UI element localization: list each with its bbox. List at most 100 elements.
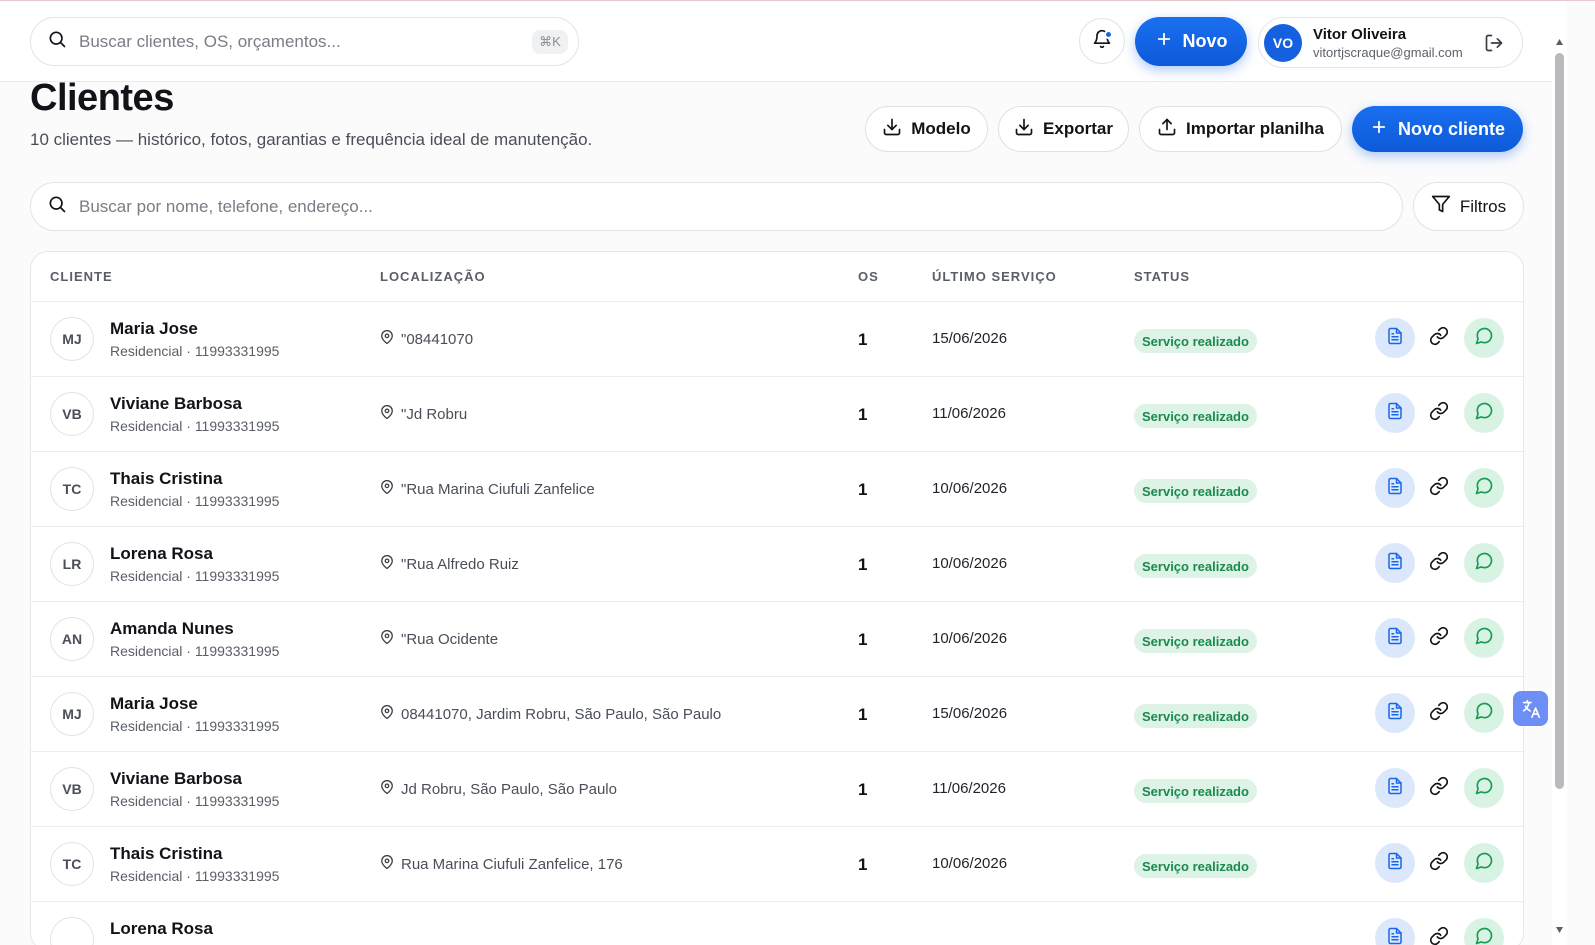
- status-badge: Serviço realizado: [1134, 554, 1257, 578]
- global-search-input[interactable]: Buscar clientes, OS, orçamentos... ⌘K: [30, 17, 579, 66]
- client-os-count: 1: [858, 480, 868, 499]
- copy-link-button[interactable]: [1419, 843, 1459, 883]
- table-row[interactable]: TC Thais Cristina Residencial · 1199333199…: [31, 452, 1523, 527]
- copy-link-button[interactable]: [1419, 768, 1459, 808]
- export-label: Exportar: [1043, 119, 1113, 138]
- client-os-count: 1: [858, 330, 868, 349]
- scrollbar-thumb[interactable]: [1555, 53, 1564, 789]
- whatsapp-button[interactable]: [1464, 618, 1504, 658]
- clients-table: CLIENTE LOCALIZAÇÃO OS ÚLTIMO SERVIÇO ST…: [30, 251, 1524, 945]
- client-name[interactable]: Thais Cristina: [110, 844, 222, 864]
- whatsapp-button[interactable]: [1464, 393, 1504, 433]
- whatsapp-button[interactable]: [1464, 693, 1504, 733]
- copy-link-button[interactable]: [1419, 318, 1459, 358]
- link-icon: [1429, 551, 1449, 576]
- table-body: MJ Maria Jose Residencial · 11993331995 "08…: [31, 302, 1523, 945]
- page-subtitle: 10 clientes — histórico, fotos, garantia…: [30, 130, 593, 149]
- scroll-down-arrow[interactable]: [1555, 921, 1564, 933]
- table-row[interactable]: MJ Maria Jose Residencial · 11993331995 "08…: [31, 302, 1523, 377]
- client-name[interactable]: Viviane Barbosa: [110, 769, 242, 789]
- client-last-service: 10/06/2026: [932, 480, 1008, 497]
- client-last-service: 10/06/2026: [932, 555, 1008, 572]
- whatsapp-button[interactable]: [1464, 918, 1504, 945]
- client-search-input[interactable]: Buscar por nome, telefone, endereço...: [30, 182, 1403, 231]
- user-email: vitortjscraque@gmail.com: [1313, 44, 1463, 60]
- document-button[interactable]: [1375, 393, 1415, 433]
- copy-link-button[interactable]: [1419, 468, 1459, 508]
- whatsapp-icon: [1474, 776, 1494, 801]
- translate-icon[interactable]: [1513, 691, 1548, 726]
- client-type-phone: Residencial · 11993331995: [110, 493, 280, 509]
- copy-link-button[interactable]: [1419, 918, 1459, 945]
- document-button[interactable]: [1375, 618, 1415, 658]
- document-button[interactable]: [1375, 318, 1415, 358]
- client-location-text: "Rua Ocidente: [401, 630, 499, 648]
- map-pin-icon: [380, 780, 394, 798]
- status-badge: Serviço realizado: [1134, 329, 1257, 353]
- new-button[interactable]: Novo: [1135, 17, 1247, 66]
- table-row[interactable]: TC Thais Cristina Residencial · 1199333199…: [31, 827, 1523, 902]
- table-row[interactable]: VB Viviane Barbosa Residencial · 119933319…: [31, 377, 1523, 452]
- user-menu[interactable]: VO Vitor Oliveira vitortjscraque@gmail.c…: [1258, 17, 1523, 68]
- table-row[interactable]: MJ Maria Jose Residencial · 11993331995 084…: [31, 677, 1523, 752]
- client-avatar: VB: [50, 392, 94, 436]
- client-name[interactable]: Maria Jose: [110, 319, 198, 339]
- document-button[interactable]: [1375, 843, 1415, 883]
- client-name[interactable]: Viviane Barbosa: [110, 394, 242, 414]
- whatsapp-icon: [1474, 626, 1494, 651]
- client-location: "08441070: [380, 330, 473, 348]
- notifications-button[interactable]: [1079, 18, 1125, 64]
- link-icon: [1429, 326, 1449, 351]
- link-icon: [1429, 401, 1449, 426]
- table-row[interactable]: VB Viviane Barbosa Residencial · 119933319…: [31, 752, 1523, 827]
- client-last-service: 15/06/2026: [932, 330, 1008, 347]
- document-button[interactable]: [1375, 693, 1415, 733]
- client-name[interactable]: Amanda Nunes: [110, 619, 234, 639]
- filters-label: Filtros: [1459, 196, 1507, 216]
- client-avatar: TC: [50, 467, 94, 511]
- client-last-service: 15/06/2026: [932, 705, 1008, 722]
- whatsapp-button[interactable]: [1464, 318, 1504, 358]
- client-location: Jd Robru, São Paulo, São Paulo: [380, 780, 617, 798]
- client-name[interactable]: Lorena Rosa: [110, 919, 213, 939]
- document-icon: [1386, 627, 1404, 650]
- document-icon: [1386, 552, 1404, 575]
- document-button[interactable]: [1375, 768, 1415, 808]
- client-location: "Rua Ocidente: [380, 630, 498, 648]
- client-name[interactable]: Lorena Rosa: [110, 544, 213, 564]
- column-header-status: STATUS: [1134, 269, 1191, 284]
- map-pin-icon: [380, 555, 394, 573]
- link-icon: [1429, 776, 1449, 801]
- copy-link-button[interactable]: [1419, 393, 1459, 433]
- scroll-up-arrow[interactable]: [1555, 33, 1564, 45]
- copy-link-button[interactable]: [1419, 693, 1459, 733]
- client-os-count: 1: [858, 555, 868, 574]
- download-template-button[interactable]: Modelo: [865, 106, 988, 152]
- import-spreadsheet-button[interactable]: Importar planilha: [1139, 106, 1342, 152]
- copy-link-button[interactable]: [1419, 618, 1459, 658]
- new-client-button[interactable]: Novo cliente: [1352, 106, 1523, 152]
- document-button[interactable]: [1375, 543, 1415, 583]
- whatsapp-button[interactable]: [1464, 543, 1504, 583]
- whatsapp-button[interactable]: [1464, 468, 1504, 508]
- column-header-localizacao: LOCALIZAÇÃO: [380, 269, 486, 284]
- document-button[interactable]: [1375, 468, 1415, 508]
- client-type-phone: Residencial · 11993331995: [110, 868, 280, 884]
- client-name[interactable]: Maria Jose: [110, 694, 198, 714]
- client-name[interactable]: Thais Cristina: [110, 469, 222, 489]
- filters-button[interactable]: Filtros: [1413, 182, 1524, 231]
- document-button[interactable]: [1375, 918, 1415, 945]
- client-last-service: 10/06/2026: [932, 855, 1008, 872]
- table-row[interactable]: AN Amanda Nunes Residencial · 11993331995 "…: [31, 602, 1523, 677]
- copy-link-button[interactable]: [1419, 543, 1459, 583]
- table-row[interactable]: Lorena Rosa: [31, 902, 1523, 945]
- document-icon: [1386, 927, 1404, 945]
- download-icon: [1014, 117, 1034, 142]
- client-type-phone: Residencial · 11993331995: [110, 718, 280, 734]
- logout-icon[interactable]: [1484, 33, 1508, 53]
- whatsapp-button[interactable]: [1464, 768, 1504, 808]
- table-row[interactable]: LR Lorena Rosa Residencial · 11993331995 "R…: [31, 527, 1523, 602]
- whatsapp-button[interactable]: [1464, 843, 1504, 883]
- shortcut-badge: ⌘K: [532, 29, 568, 54]
- export-button[interactable]: Exportar: [998, 106, 1129, 152]
